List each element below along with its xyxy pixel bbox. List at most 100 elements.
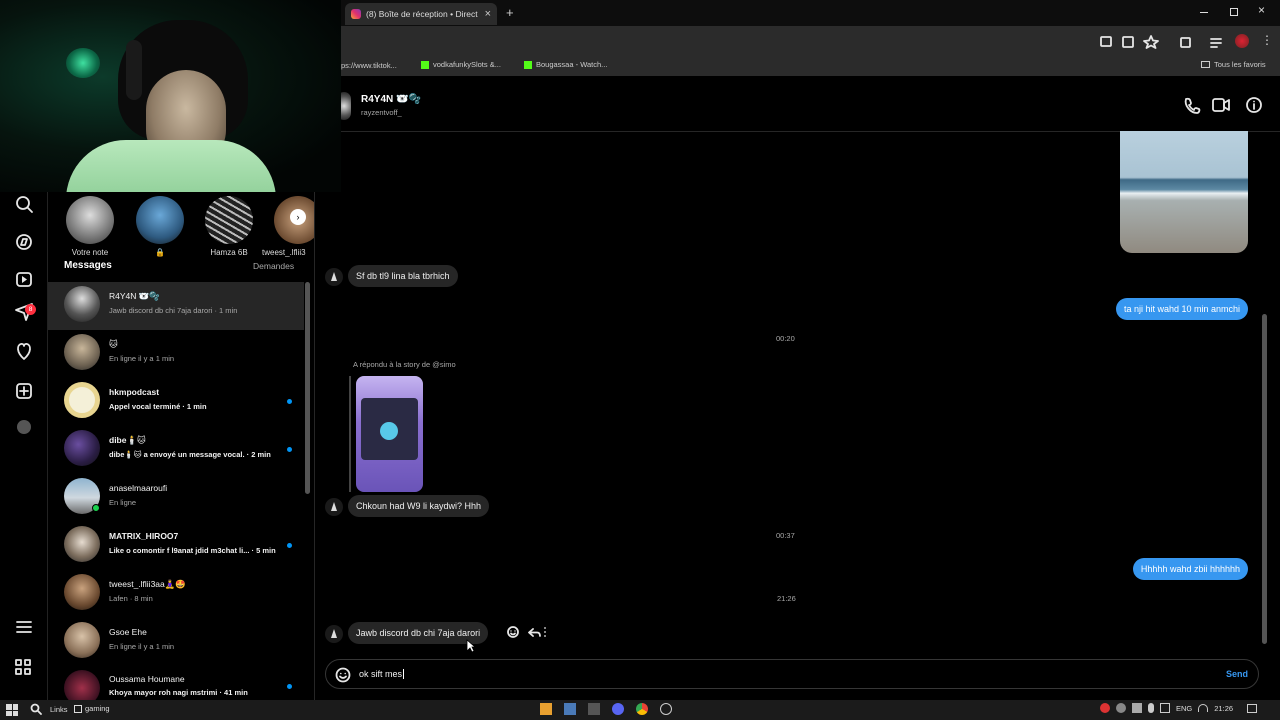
create-plus-icon[interactable] — [12, 380, 36, 402]
nav-rail: 8 — [0, 192, 48, 700]
sidebar-scrollbar[interactable] — [305, 282, 310, 494]
conversation-name: dibe🕯️🐱 — [109, 435, 146, 445]
chrome-icon[interactable] — [636, 703, 648, 715]
message-input[interactable]: ok sift mes — [359, 669, 405, 679]
discord-icon[interactable] — [612, 703, 624, 715]
search-icon[interactable] — [30, 703, 42, 715]
story-tweest[interactable]: tweest_.lflii3 — [262, 196, 314, 257]
story-preview[interactable] — [356, 376, 423, 492]
unread-dot — [287, 684, 292, 689]
story-avatar — [136, 196, 184, 244]
new-tab-button[interactable]: + — [506, 5, 514, 20]
outgoing-message[interactable]: Hhhhh wahd zbii hhhhhh — [1132, 558, 1248, 580]
conversation-preview: Appel vocal terminé · 1 min — [109, 402, 207, 411]
close-window-icon[interactable]: × — [1258, 3, 1265, 17]
minimize-icon[interactable] — [1200, 12, 1208, 13]
close-tab-icon[interactable]: × — [485, 8, 491, 20]
conversation-row[interactable]: R4Y4N 🐻‍❄️🫧 Jawb discord db chi 7aja dar… — [48, 282, 304, 330]
taskbar-links[interactable]: Links — [50, 705, 68, 714]
conversation-row[interactable]: MATRIX_HIROO7 Like o comontir f l9anat j… — [48, 522, 304, 570]
browser-toolbar: ⋮ — [341, 26, 1280, 56]
app-icon-6[interactable] — [660, 703, 672, 715]
unread-dot — [287, 399, 292, 404]
sender-avatar — [325, 268, 343, 286]
profile-icon[interactable] — [12, 416, 36, 438]
chat-scrollbar[interactable] — [1262, 314, 1267, 644]
bookmark-kick-2[interactable]: Bougassaa - Watch... — [524, 60, 607, 69]
volume-icon[interactable] — [1132, 703, 1142, 713]
avatar — [64, 574, 100, 610]
video-call-icon[interactable] — [1210, 94, 1230, 116]
mic-icon[interactable] — [1148, 703, 1154, 713]
notifications-heart-icon[interactable] — [12, 342, 36, 364]
browser-tab[interactable]: (8) Boîte de réception • Direct × — [345, 3, 497, 25]
incoming-message[interactable]: Chkoun had W9 li kaydwi? Hhh — [348, 495, 490, 517]
conversation-row[interactable]: 🐱 En ligne il y a 1 min — [48, 330, 304, 378]
conversation-name: Gsoe Ehe — [109, 627, 147, 637]
search-icon[interactable] — [12, 194, 36, 216]
webcam-overlay — [0, 0, 341, 192]
outgoing-message[interactable]: ta nji hit wahd 10 min anmchi — [1115, 298, 1248, 320]
notification-center-icon[interactable] — [1247, 703, 1258, 713]
notification-badge: 8 — [25, 304, 36, 315]
profile-avatar[interactable] — [1235, 34, 1249, 48]
send-button[interactable]: Send — [1226, 669, 1248, 679]
stories-next-button[interactable]: › — [290, 209, 306, 225]
bookmark-label: Bougassaa - Watch... — [536, 60, 608, 69]
more-menu-icon[interactable] — [12, 618, 36, 638]
conversation-row[interactable]: tweest_.lflii3aa🧘‍♀️🤩 Lafen · 8 min — [48, 570, 304, 618]
app-icon-3[interactable] — [588, 703, 600, 715]
conversation-row[interactable]: Gsoe Ehe En ligne il y a 1 min — [48, 618, 304, 666]
restore-icon[interactable] — [1230, 8, 1238, 16]
messages-heading: Messages — [64, 260, 112, 271]
bookmark-tiktok[interactable]: ps://www.tiktok... — [341, 61, 397, 70]
taskbar-folder-label: gaming — [85, 704, 110, 713]
conversation-row[interactable]: hkmpodcast Appel vocal terminé · 1 min — [48, 378, 304, 426]
avatar — [64, 622, 100, 658]
folder-icon — [74, 704, 82, 713]
more-options-icon[interactable] — [542, 625, 550, 639]
app-icon-2[interactable] — [564, 703, 576, 715]
story-votre-note[interactable]: Votre note — [61, 196, 119, 257]
window-controls: × — [1196, 3, 1276, 20]
reels-icon[interactable] — [12, 270, 36, 292]
threads-icon[interactable] — [14, 658, 32, 676]
incoming-message[interactable]: Sf db tl9 lina bla tbrhich — [348, 265, 458, 287]
story-hamza[interactable]: Hamza 6B — [200, 196, 258, 257]
tray-icon[interactable] — [1100, 703, 1110, 713]
wifi-icon[interactable] — [1198, 704, 1209, 712]
emoji-icon[interactable] — [335, 667, 351, 683]
conversation-row[interactable]: Oussama Houmane Khoya mayor roh nagi mst… — [48, 666, 304, 700]
clock[interactable]: 21:26 — [1214, 704, 1233, 713]
shared-photo[interactable] — [1120, 131, 1248, 253]
instagram-icon — [351, 9, 361, 19]
requests-link[interactable]: Demandes — [253, 261, 294, 271]
explore-icon[interactable] — [12, 232, 36, 254]
info-icon[interactable] — [1244, 94, 1264, 116]
avatar — [64, 430, 100, 466]
screen: (8) Boîte de réception • Direct × + × ⋮ … — [0, 0, 1280, 720]
network-icon[interactable] — [1160, 703, 1170, 713]
reply-icon[interactable] — [527, 625, 541, 639]
conversation-name: 🐱 — [109, 339, 118, 349]
conversation-row[interactable]: anaselmaaroufi En ligne — [48, 474, 304, 522]
all-bookmarks[interactable]: Tous les favoris — [1201, 60, 1266, 69]
bookmark-kick-1[interactable]: vodkafunkySlots &... — [421, 60, 501, 69]
conversation-preview: Jawb discord db chi 7aja darori · 1 min — [109, 306, 238, 315]
tray-icon[interactable] — [1116, 703, 1126, 713]
all-bookmarks-label: Tous les favoris — [1214, 60, 1266, 69]
phone-call-icon[interactable] — [1181, 94, 1201, 116]
taskbar-folder[interactable]: gaming — [74, 704, 110, 713]
menu-dots-icon[interactable]: ⋮ — [1261, 33, 1273, 47]
sender-avatar — [325, 625, 343, 643]
app-icon-1[interactable] — [540, 703, 552, 715]
language-indicator[interactable]: ENG — [1176, 704, 1192, 713]
sender-avatar — [325, 498, 343, 516]
chat-name[interactable]: R4Y4N 🐻‍❄️🫧 — [361, 94, 421, 105]
start-button[interactable] — [6, 704, 18, 716]
timestamp: 21:26 — [777, 594, 796, 603]
story-2[interactable]: 🔒 — [131, 196, 189, 257]
react-emoji-icon[interactable] — [506, 625, 520, 639]
windows-taskbar: Links gaming ENG 21:26 — [0, 700, 1280, 720]
conversation-row[interactable]: dibe🕯️🐱 dibe🕯️🐱 a envoyé un message voca… — [48, 426, 304, 474]
